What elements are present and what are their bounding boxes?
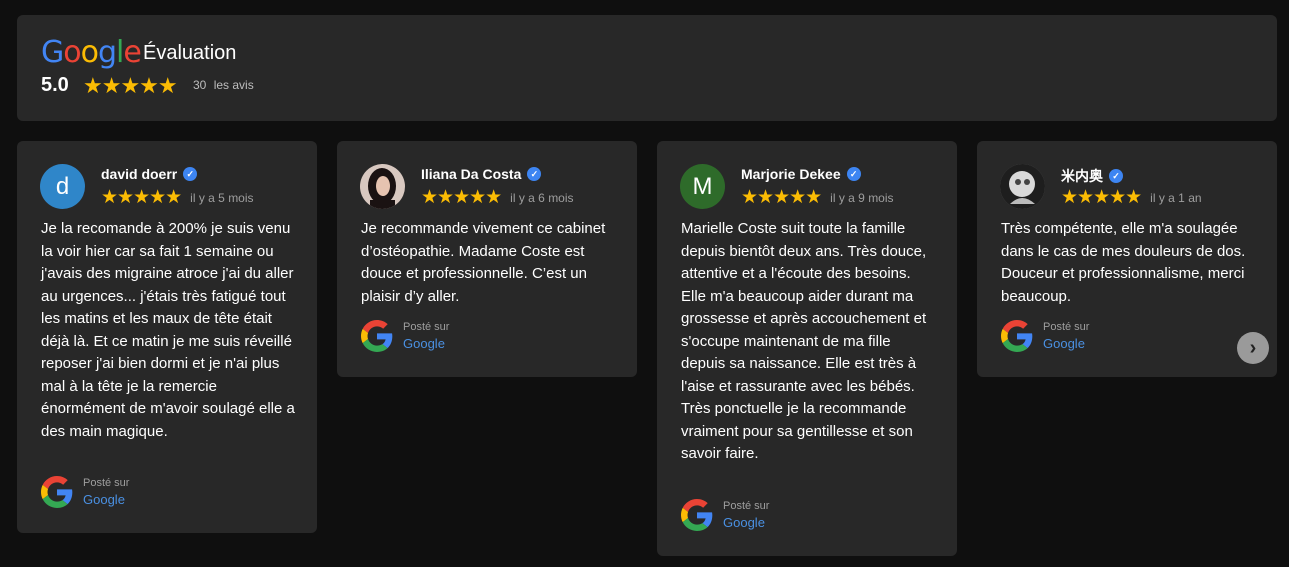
posted-on: Posté sur Google (361, 320, 449, 352)
posted-label: Posté sur (83, 477, 130, 489)
posted-on: Posté sur Google (41, 476, 129, 508)
review-card: Iliana Da Costa ✓ ★★★★★ il y a 6 mois Je… (337, 141, 637, 377)
review-text: Je la recomande à 200% je suis venu la v… (41, 220, 295, 440)
avatar: d (40, 164, 85, 209)
header-stars: ★★★★★ (83, 73, 178, 98)
google-source-link[interactable]: Google (83, 491, 129, 508)
google-source-link[interactable]: Google (403, 335, 449, 352)
verified-check-icon: ✓ (846, 167, 861, 181)
review-count: 30 les avis (193, 78, 258, 92)
rating-score: 5.0 (41, 74, 69, 96)
review-text: Je recommande vivement ce cabinet d’osté… (361, 220, 606, 305)
logo-letter: g (97, 35, 117, 70)
avatar-photo (360, 164, 405, 209)
avatar (360, 164, 405, 209)
avatar-photo (1000, 164, 1045, 209)
reviewer-name[interactable]: Marjorie Dekee (741, 166, 841, 182)
avatar (1000, 164, 1045, 209)
logo-letter: G (41, 35, 64, 70)
review-count-number: 30 (193, 78, 207, 92)
review-time: il y a 1 an (1150, 190, 1202, 205)
reviewer-name[interactable]: david doerr (101, 166, 177, 182)
review-time: il y a 9 mois (830, 190, 894, 205)
rating-header: Google Évaluation 5.0 ★★★★★ 30 les avis (17, 15, 1277, 121)
review-time: il y a 6 mois (510, 190, 574, 205)
posted-label: Posté sur (723, 500, 770, 512)
review-text: Très compétente, elle m'a soulagée dans … (1001, 220, 1246, 305)
google-logo: Google (41, 35, 142, 70)
reviewer-name[interactable]: 米内奥 (1061, 166, 1103, 186)
chevron-right-icon: › (1249, 336, 1257, 359)
posted-on: Posté sur Google (1001, 320, 1089, 352)
header-title: Évaluation (143, 42, 237, 64)
logo-letter: l (116, 35, 124, 70)
google-g-icon (681, 499, 713, 531)
logo-letter: o (80, 35, 99, 70)
reviewer-name[interactable]: Iliana Da Costa (421, 166, 521, 182)
review-stars: ★★★★★ (101, 187, 182, 208)
verified-check-icon: ✓ (183, 167, 198, 181)
review-stars: ★★★★★ (741, 187, 822, 208)
review-time: il y a 5 mois (190, 190, 254, 205)
review-card: d david doerr ✓ ★★★★★ il y a 5 mois Je l… (17, 141, 317, 533)
review-card: 米内奥 ✓ ★★★★★ il y a 1 an Très compétente,… (977, 141, 1277, 377)
google-g-icon (361, 320, 393, 352)
review-text: Marielle Coste suit toute la famille dep… (681, 220, 927, 462)
logo-letter: o (63, 35, 81, 70)
posted-label: Posté sur (1043, 321, 1090, 333)
review-card: M Marjorie Dekee ✓ ★★★★★ il y a 9 mois M… (657, 141, 957, 556)
next-arrow-button[interactable]: › (1237, 332, 1269, 364)
google-g-icon (1001, 320, 1033, 352)
avatar: M (680, 164, 725, 209)
review-count-label: les avis (213, 78, 254, 92)
review-stars: ★★★★★ (421, 187, 502, 208)
posted-on: Posté sur Google (681, 499, 769, 531)
google-source-link[interactable]: Google (1043, 335, 1089, 352)
verified-check-icon: ✓ (527, 167, 542, 181)
google-g-icon (41, 476, 73, 508)
verified-check-icon: ✓ (1109, 169, 1123, 183)
google-source-link[interactable]: Google (723, 514, 769, 531)
posted-label: Posté sur (403, 321, 450, 333)
review-stars: ★★★★★ (1061, 187, 1142, 208)
logo-letter: e (123, 35, 141, 70)
